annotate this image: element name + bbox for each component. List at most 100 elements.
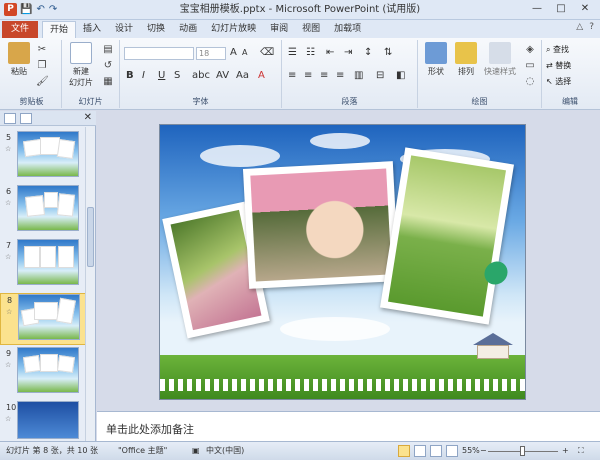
slide-thumbnail[interactable]: 7 ☆ — [0, 239, 86, 291]
new-slide-button[interactable]: 新建 幻灯片 — [66, 42, 96, 88]
slides-tab[interactable] — [4, 113, 16, 124]
increase-indent-icon[interactable]: ⇥ — [344, 47, 352, 59]
tab-insert[interactable]: 插入 — [76, 21, 108, 38]
slide-thumbnail-image — [17, 347, 79, 393]
tab-slideshow[interactable]: 幻灯片放映 — [204, 21, 263, 38]
slides-group-label: 幻灯片 — [78, 97, 103, 106]
tab-animations[interactable]: 动画 — [172, 21, 204, 38]
notes-placeholder[interactable]: 单击此处添加备注 — [106, 421, 194, 437]
maximize-button[interactable]: □ — [550, 1, 572, 17]
font-name-combo[interactable] — [124, 47, 194, 60]
justify-icon[interactable]: ≡ — [336, 70, 344, 82]
replace-button[interactable]: ⇄ 替换 — [546, 60, 571, 71]
slide-number: 7 — [6, 241, 12, 250]
reading-view-icon[interactable] — [430, 445, 442, 457]
quick-styles-button[interactable]: 快速样式 — [480, 42, 520, 77]
shape-fill-icon[interactable]: ◈ — [524, 44, 536, 56]
scrollbar-thumb[interactable] — [87, 207, 94, 267]
editing-group: ⌕ 查找 ⇄ 替换 ↖ 选择 编辑 — [542, 40, 598, 108]
clear-format-icon[interactable]: ⌫ — [260, 47, 274, 59]
line-spacing-icon[interactable]: ↕ — [364, 47, 372, 59]
numbering-icon[interactable]: ☷ — [306, 47, 315, 59]
shape-effects-icon[interactable]: ◌ — [524, 76, 536, 88]
tab-design[interactable]: 设计 — [108, 21, 140, 38]
slideshow-view-icon[interactable] — [446, 445, 458, 457]
section-icon[interactable]: ▦ — [102, 76, 114, 88]
font-color-icon[interactable]: A — [258, 70, 265, 82]
replace-icon: ⇄ — [546, 61, 553, 70]
photo-frame-center[interactable] — [242, 161, 400, 289]
cut-icon[interactable]: ✂ — [36, 44, 48, 56]
shadow-button[interactable]: S — [174, 70, 180, 82]
slide-thumbnail[interactable]: 5 ☆ — [0, 131, 86, 183]
slide-thumbnail[interactable]: 10 ☆ — [0, 401, 86, 439]
tab-file[interactable]: 文件 — [2, 21, 38, 38]
tab-view[interactable]: 视图 — [295, 21, 327, 38]
arrange-button[interactable]: 排列 — [452, 42, 480, 77]
zoom-out-button[interactable]: − — [480, 445, 487, 457]
normal-view-icon[interactable] — [398, 445, 410, 457]
shape-outline-icon[interactable]: ▭ — [524, 60, 536, 72]
close-pane-icon[interactable]: ✕ — [84, 112, 92, 123]
tab-transitions[interactable]: 切换 — [140, 21, 172, 38]
outline-tab[interactable] — [20, 113, 32, 124]
tab-home[interactable]: 开始 — [42, 21, 77, 38]
slides-pane-scrollbar[interactable] — [85, 127, 95, 441]
shrink-font-icon[interactable]: A — [242, 47, 247, 59]
window-title: 宝宝相册模板.pptx - Microsoft PowerPoint (试用版) — [179, 4, 421, 15]
grow-font-icon[interactable]: A — [230, 47, 237, 59]
align-text-icon[interactable]: ⊟ — [376, 70, 384, 82]
bold-button[interactable]: B — [126, 70, 134, 82]
decrease-indent-icon[interactable]: ⇤ — [326, 47, 334, 59]
current-slide[interactable] — [159, 124, 526, 400]
photo-frame-right[interactable] — [380, 147, 514, 325]
zoom-level[interactable]: 55% — [462, 445, 480, 457]
format-painter-icon[interactable]: 🖌 — [36, 76, 49, 88]
grass-background — [160, 355, 525, 399]
slide-thumbnail-selected[interactable]: 8 ☆ — [0, 293, 86, 345]
status-bar: 幻灯片 第 8 张，共 10 张 "Office 主题" ▣ 中文(中国) 55… — [0, 441, 600, 460]
minimize-ribbon-icon[interactable]: △ — [576, 22, 583, 32]
zoom-in-button[interactable]: + — [562, 445, 569, 457]
paste-button[interactable]: 粘贴 — [6, 42, 32, 77]
layout-icon[interactable]: ▤ — [102, 44, 114, 56]
help-icon[interactable]: ? — [589, 22, 594, 32]
fit-to-window-icon[interactable]: ⛶ — [578, 445, 584, 457]
tab-review[interactable]: 审阅 — [263, 21, 295, 38]
minimize-button[interactable]: — — [526, 1, 548, 17]
zoom-slider-knob[interactable] — [520, 446, 525, 456]
spellcheck-icon[interactable]: ▣ — [192, 445, 200, 457]
language-status[interactable]: 中文(中国) — [206, 445, 244, 457]
smartart-icon[interactable]: ◧ — [396, 70, 405, 82]
editing-group-label: 编辑 — [562, 97, 578, 106]
char-spacing-icon[interactable]: AV — [216, 70, 229, 82]
text-direction-icon[interactable]: ⇅ — [384, 47, 392, 59]
select-button[interactable]: ↖ 选择 — [546, 76, 571, 87]
slide-thumbnail[interactable]: 6 ☆ — [0, 185, 86, 237]
drawing-group-label: 绘图 — [471, 97, 488, 106]
find-button[interactable]: ⌕ 查找 — [546, 44, 569, 55]
slide-sorter-icon[interactable] — [414, 445, 426, 457]
slide-thumbnail[interactable]: 9 ☆ — [0, 347, 86, 399]
close-window-button[interactable]: ✕ — [574, 1, 596, 17]
italic-button[interactable]: I — [142, 70, 145, 82]
align-right-icon[interactable]: ≡ — [320, 70, 328, 82]
clipboard-group: 粘贴 ✂ ❐ 🖌 剪贴板 — [2, 40, 62, 108]
change-case-button[interactable]: Aa — [236, 70, 249, 82]
strikethrough-icon[interactable]: abc — [192, 70, 210, 82]
theme-status[interactable]: "Office 主题" — [118, 445, 167, 457]
underline-button[interactable]: U — [158, 70, 165, 82]
shapes-button[interactable]: 形状 — [422, 42, 450, 77]
columns-icon[interactable]: ▥ — [354, 70, 363, 82]
font-size-combo[interactable]: 18 — [196, 47, 226, 60]
cloud-decoration — [310, 133, 370, 149]
shapes-label: 形状 — [428, 67, 444, 76]
align-center-icon[interactable]: ≡ — [304, 70, 312, 82]
notes-pane[interactable]: 单击此处添加备注 — [97, 411, 600, 441]
reset-icon[interactable]: ↺ — [102, 60, 114, 72]
slide-thumbnail-image — [18, 294, 80, 340]
tab-addins[interactable]: 加载项 — [327, 21, 368, 38]
copy-icon[interactable]: ❐ — [36, 60, 48, 72]
align-left-icon[interactable]: ≡ — [288, 70, 296, 82]
bullets-icon[interactable]: ☰ — [288, 47, 297, 59]
